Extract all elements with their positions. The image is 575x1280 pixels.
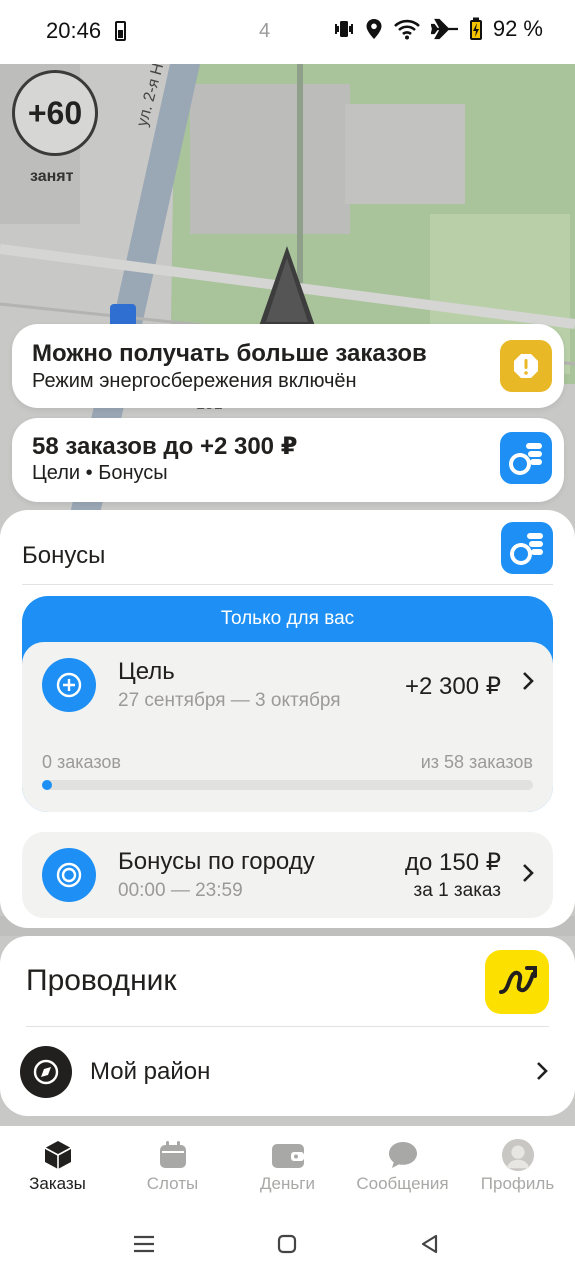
goal-title: Цель [118,658,175,685]
exclusive-label: Только для вас [220,608,355,629]
goal-plus-icon [42,658,96,712]
cube-icon [41,1138,75,1172]
city-bonus-note: за 1 заказ [413,880,501,901]
coins-icon [500,432,552,484]
divider [26,1026,549,1027]
coins-icon [501,522,553,574]
tab-slots[interactable]: Слоты [115,1126,230,1208]
avatar [501,1138,535,1172]
home-icon[interactable] [273,1230,301,1258]
status-icons: 92 % [333,16,543,42]
battery-charging-icon [469,17,483,41]
compass-icon [20,1046,72,1098]
driver-score[interactable]: +60 [12,70,98,156]
chevron-right-icon [535,1060,549,1087]
tab-messages[interactable]: Сообщения [345,1126,460,1208]
guide-panel: Проводник Мой район [0,936,575,1116]
target-icon [42,848,96,902]
city-bonus-hours: 00:00 — 23:59 [118,880,243,901]
guide-title: Проводник [26,964,177,997]
warning-icon [500,340,552,392]
city-bonus-title: Бонусы по городу [118,848,315,875]
menu-icon[interactable] [130,1230,158,1258]
back-icon[interactable] [416,1230,444,1258]
wallet-icon [271,1138,305,1172]
power-saving-title: Можно получать больше заказов [32,340,427,367]
city-bonus-amount: до 150 ₽ [405,849,501,876]
chevron-right-icon [521,670,535,699]
guide-route-icon[interactable] [485,950,549,1014]
my-district-row[interactable]: Мой район [0,1028,575,1116]
battery-icon [115,21,126,41]
tab-label: Деньги [260,1174,315,1193]
driver-status: занят [30,168,74,185]
goal-amount: +2 300 ₽ [404,673,501,700]
battery-percent: 92 % [492,16,543,41]
vibrate-icon [333,18,355,40]
goal-dates: 27 сентября — 3 октября [118,690,341,711]
goal-progress-start: 0 заказов [42,752,121,772]
system-nav-bar [0,1208,575,1280]
goal-progress-fill [42,780,52,790]
calendar-icon [156,1138,190,1172]
power-saving-card[interactable]: Можно получать больше заказов Режим энер… [12,324,564,408]
chat-icon [386,1138,420,1172]
tab-orders[interactable]: Заказы [0,1126,115,1208]
tab-label: Слоты [146,1174,199,1193]
status-time: 20:46 [46,18,102,43]
bottom-tab-bar: Заказы Слоты Деньги Сообщения Профиль [0,1126,575,1208]
exclusive-offer: Только для вас Цель 27 сентября — 3 октя… [22,596,553,812]
divider [22,584,553,585]
goal-summary-card[interactable]: 58 заказов до +2 300 ₽ Цели • Бонусы [12,418,564,502]
my-district-label: Мой район [90,1058,211,1085]
bonuses-title: Бонусы [22,542,106,569]
tab-label: Профиль [480,1174,555,1193]
tab-label: Сообщения [356,1174,449,1193]
tab-profile[interactable]: Профиль [460,1126,575,1208]
goal-progress-bar [42,780,533,790]
notification-count: 4 [259,20,271,42]
location-icon [365,18,383,40]
tab-money[interactable]: Деньги [230,1126,345,1208]
goal-card[interactable]: Цель 27 сентября — 3 октября +2 300 ₽ 0 … [22,642,553,812]
goal-progress-end: из 58 заказов [420,752,533,772]
chevron-right-icon [521,862,535,891]
wifi-icon [393,18,421,40]
airplane-icon [430,18,459,40]
goal-summary-subtitle: Цели • Бонусы [32,462,168,484]
city-bonus-card[interactable]: Бонусы по городу 00:00 — 23:59 до 150 ₽ … [22,832,553,918]
bonuses-sheet: Бонусы Только для вас Цель 27 сентября —… [0,510,575,928]
goal-summary-title: 58 заказов до +2 300 ₽ [32,433,298,460]
status-bar: 20:46 4 92 % [0,0,575,64]
tab-label: Заказы [29,1174,86,1193]
power-saving-subtitle: Режим энергосбережения включён [32,370,357,392]
